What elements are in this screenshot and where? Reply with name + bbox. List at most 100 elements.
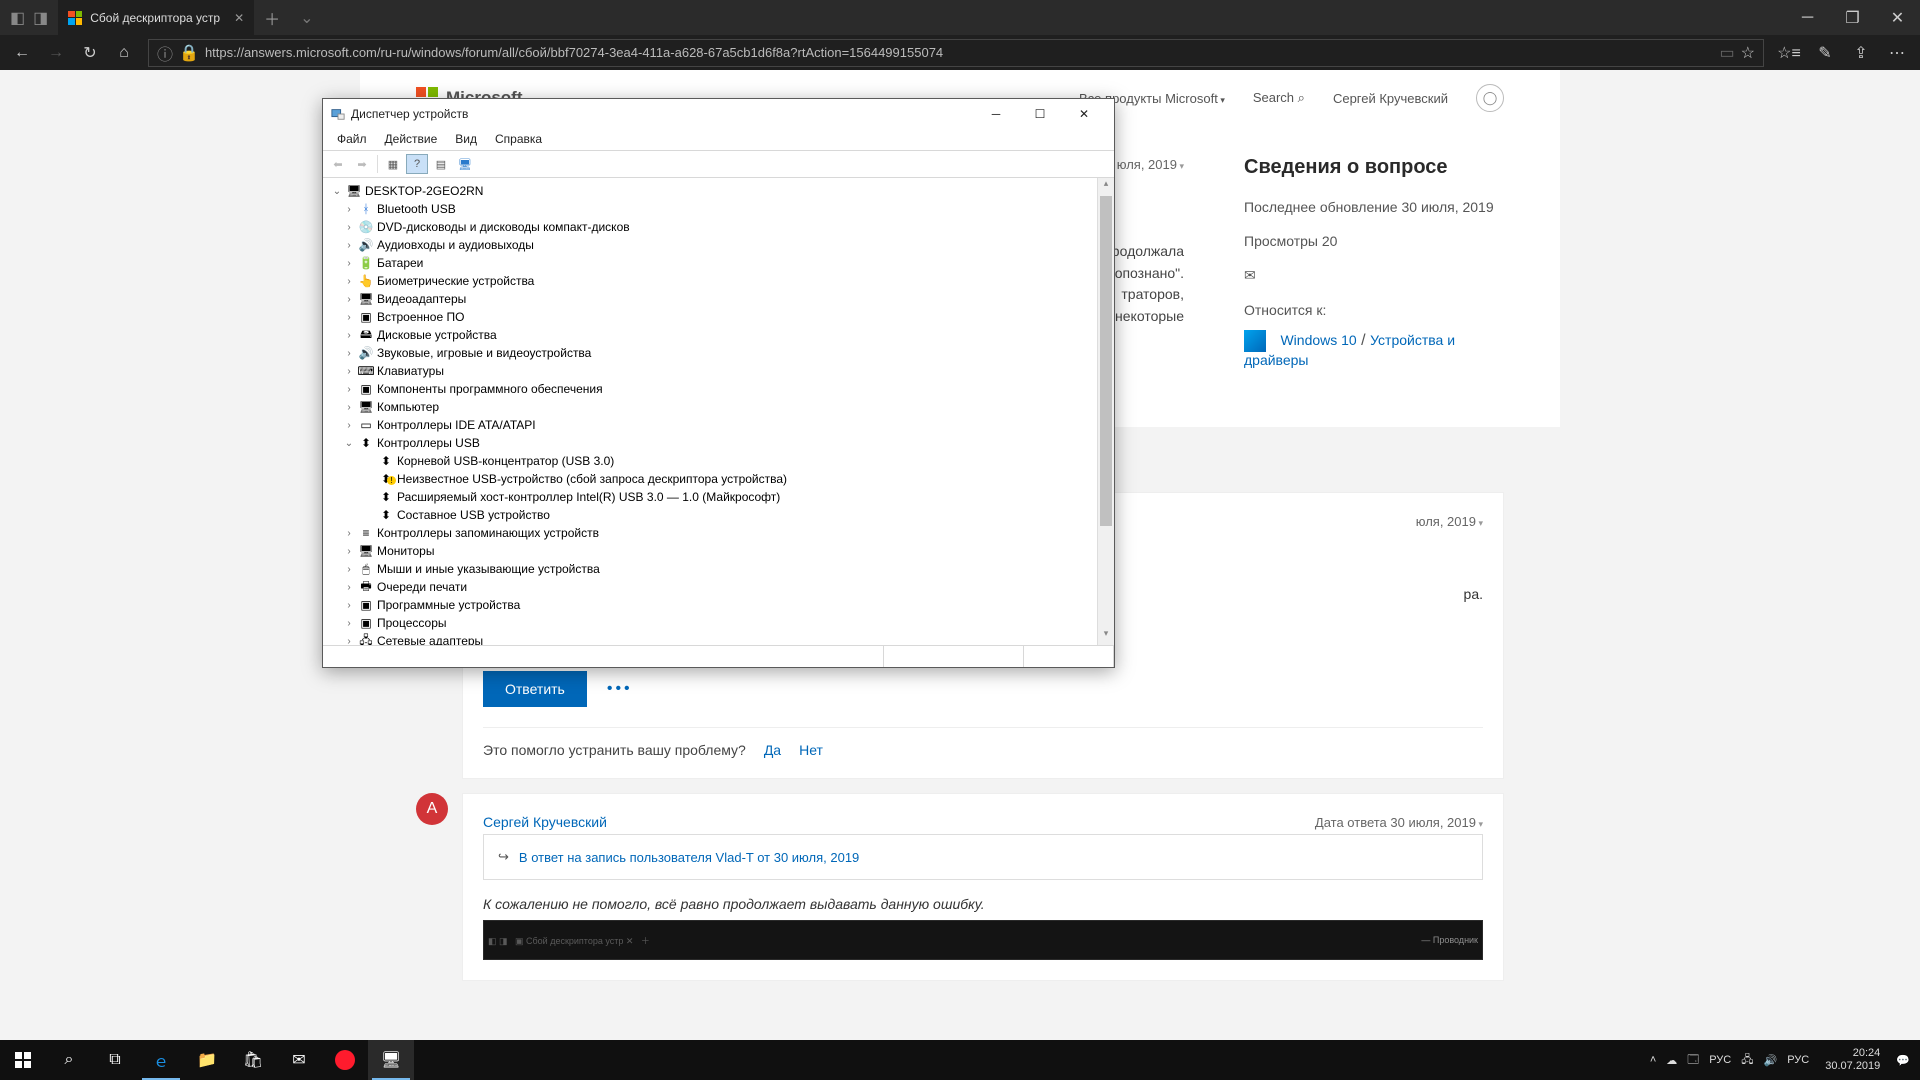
tray-display-icon[interactable]: 🗔 (1687, 1051, 1699, 1070)
nav-home-icon[interactable]: ⌂ (108, 37, 140, 69)
taskbar-explorer-icon[interactable]: 📁 (184, 1040, 230, 1080)
set-aside-icon[interactable]: ◨ (33, 8, 48, 28)
tree-category[interactable]: ›🔋Батареи (325, 254, 1095, 272)
task-view-button[interactable]: ⧉ (92, 1040, 138, 1080)
helpful-no[interactable]: Нет (799, 742, 823, 758)
tray-lang1[interactable]: РУС (1709, 1054, 1731, 1066)
browser-tab-active[interactable]: Сбой дескриптора устр ✕ (58, 0, 254, 35)
menu-action[interactable]: Действие (377, 130, 446, 148)
tray-chevron-icon[interactable]: ˄ (1650, 1054, 1656, 1066)
answer-more-menu[interactable]: ••• (607, 680, 633, 698)
tree-category[interactable]: ›ᚼBluetooth USB (325, 200, 1095, 218)
tray-clock[interactable]: 20:24 30.07.2019 (1819, 1047, 1886, 1073)
reading-view-icon[interactable]: ▭ (1720, 43, 1735, 63)
notes-icon[interactable]: ✎ (1808, 37, 1842, 69)
tab-more-icon[interactable]: ⌄ (290, 8, 323, 28)
user-avatar-icon[interactable]: ◯ (1476, 84, 1504, 112)
url-field-wrap[interactable]: ⓘ 🔒 ▭ ☆ (148, 39, 1764, 67)
nav-forward-icon[interactable]: → (40, 37, 72, 69)
favorites-hub-icon[interactable]: ☆≡ (1772, 37, 1806, 69)
tb-scan-icon[interactable]: ▤ (430, 154, 452, 174)
tray-volume-icon[interactable]: 🔊 (1764, 1054, 1778, 1067)
tb-forward-icon[interactable]: ➡ (351, 154, 373, 174)
tree-category[interactable]: ›🖥Видеоадаптеры (325, 290, 1095, 308)
tree-category[interactable]: ›⌨Клавиатуры (325, 362, 1095, 380)
user-name[interactable]: Сергей Кручевский (1333, 91, 1448, 106)
taskbar-opera-icon[interactable] (322, 1040, 368, 1080)
menu-help[interactable]: Справка (487, 130, 550, 148)
tb-properties-icon[interactable]: ▦ (382, 154, 404, 174)
device-manager-window: Диспетчер устройств ─ ☐ ✕ Файл Действие … (322, 98, 1115, 668)
tree-category[interactable]: ›≡Контроллеры запоминающих устройств (325, 524, 1095, 542)
favorite-icon[interactable]: ☆ (1741, 43, 1755, 63)
tree-category[interactable]: ›▣Программные устройства (325, 596, 1095, 614)
tree-category[interactable]: ›🖥Компьютер (325, 398, 1095, 416)
tray-notifications-icon[interactable]: 💬 (1896, 1054, 1910, 1067)
devmgr-titlebar[interactable]: Диспетчер устройств ─ ☐ ✕ (323, 99, 1114, 128)
devmgr-close[interactable]: ✕ (1062, 100, 1106, 128)
site-identity-icon[interactable]: ⓘ (157, 41, 173, 65)
tree-device[interactable]: ⬍Расширяемый хост-контроллер Intel(R) US… (325, 488, 1095, 506)
tree-category[interactable]: ›🖴Дисковые устройства (325, 326, 1095, 344)
menu-file[interactable]: Файл (329, 130, 375, 148)
tray-onedrive-icon[interactable]: ☁ (1666, 1054, 1677, 1067)
new-tab-button[interactable]: ＋ (254, 6, 290, 30)
answer-author-link[interactable]: Сергей Кручевский (483, 814, 607, 830)
biometric-icon: 👆 (358, 274, 374, 288)
devmgr-minimize[interactable]: ─ (974, 100, 1018, 128)
monitor-icon: 🖥 (358, 544, 374, 558)
tree-category[interactable]: ›🔊Звуковые, игровые и видеоустройства (325, 344, 1095, 362)
sidebar-toggle-icon[interactable]: ◧ (10, 8, 25, 28)
search-button[interactable]: ⌕ (46, 1040, 92, 1080)
taskbar-mail-icon[interactable]: ✉ (276, 1040, 322, 1080)
question-date[interactable]: юля, 2019 (1117, 157, 1184, 172)
window-maximize[interactable]: ❐ (1830, 0, 1875, 35)
tree-category[interactable]: ›🖶Очереди печати (325, 578, 1095, 596)
tray-lang2[interactable]: РУС (1787, 1054, 1809, 1066)
tb-monitor-icon[interactable]: 🖥 (454, 154, 476, 174)
search-link[interactable]: Search ⌕ (1253, 90, 1305, 106)
tree-category[interactable]: ›▣Встроенное ПО (325, 308, 1095, 326)
tree-category[interactable]: ›▣Компоненты программного обеспечения (325, 380, 1095, 398)
tree-device[interactable]: ⬍Корневой USB-концентратор (USB 3.0) (325, 452, 1095, 470)
devmgr-scrollbar[interactable]: ▴ ▾ (1097, 178, 1114, 645)
tree-category[interactable]: ›🖥Мониторы (325, 542, 1095, 560)
tb-help-icon[interactable]: ? (406, 154, 428, 174)
settings-menu-icon[interactable]: ⋯ (1880, 37, 1914, 69)
windows10-link[interactable]: Windows 10 (1280, 332, 1356, 348)
tree-device-error[interactable]: ⬍!Неизвестное USB-устройство (сбой запро… (325, 470, 1095, 488)
taskbar-store-icon[interactable]: 🛍 (230, 1040, 276, 1080)
answer-reply-button[interactable]: Ответить (483, 671, 587, 707)
menu-view[interactable]: Вид (447, 130, 485, 148)
tree-device[interactable]: ⬍Составное USB устройство (325, 506, 1095, 524)
tree-category[interactable]: ›🖱Мыши и иные указывающие устройства (325, 560, 1095, 578)
tree-category[interactable]: ›▣Процессоры (325, 614, 1095, 632)
tree-category[interactable]: ›🖧Сетевые адаптеры (325, 632, 1095, 645)
devmgr-maximize[interactable]: ☐ (1018, 100, 1062, 128)
tree-category-expanded[interactable]: ⌄⬍Контроллеры USB (325, 434, 1095, 452)
nav-back-icon[interactable]: ← (6, 37, 38, 69)
helpful-yes[interactable]: Да (764, 742, 781, 758)
relates-label: Относится к: (1244, 302, 1504, 318)
tree-category[interactable]: ›👆Биометрические устройства (325, 272, 1095, 290)
start-button[interactable] (0, 1040, 46, 1080)
share-icon[interactable]: ⇪ (1844, 37, 1878, 69)
reply-to-link[interactable]: В ответ на запись пользователя Vlad-T от… (519, 850, 859, 865)
mail-icon[interactable]: ✉ (1244, 267, 1504, 284)
answer-date[interactable]: Дата ответа 30 июля, 2019 (1315, 815, 1483, 830)
answer-date[interactable]: юля, 2019 (1416, 514, 1483, 529)
device-tree[interactable]: ⌄🖥DESKTOP-2GEO2RN ›ᚼBluetooth USB ›💿DVD-… (323, 178, 1097, 645)
tb-back-icon[interactable]: ⬅ (327, 154, 349, 174)
tree-category[interactable]: ›🔊Аудиовходы и аудиовыходы (325, 236, 1095, 254)
url-input[interactable] (205, 45, 1714, 60)
window-minimize[interactable]: ─ (1785, 0, 1830, 35)
window-close[interactable]: ✕ (1875, 0, 1920, 35)
taskbar-edge-icon[interactable]: ｅ (138, 1040, 184, 1080)
tree-category[interactable]: ›▭Контроллеры IDE ATA/ATAPI (325, 416, 1095, 434)
taskbar-devmgr-icon[interactable]: 🖥 (368, 1040, 414, 1080)
tab-close-icon[interactable]: ✕ (234, 11, 244, 25)
tray-network-icon[interactable]: 🖧 (1741, 1051, 1753, 1070)
tree-root[interactable]: ⌄🖥DESKTOP-2GEO2RN (325, 182, 1095, 200)
nav-refresh-icon[interactable]: ↻ (74, 37, 106, 69)
tree-category[interactable]: ›💿DVD-дисководы и дисководы компакт-диск… (325, 218, 1095, 236)
